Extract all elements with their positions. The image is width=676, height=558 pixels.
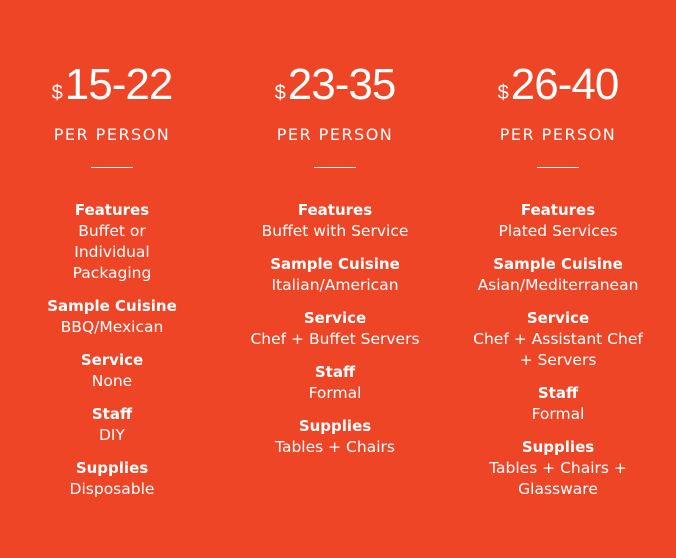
- features-label: Features: [297, 201, 373, 219]
- cuisine-value: BBQ/Mexican: [60, 318, 164, 336]
- cuisine-value: Asian/Mediterranean: [477, 276, 639, 294]
- service-value: Chef + Buffet Servers: [250, 330, 420, 348]
- staff-group: Staff Formal: [225, 362, 445, 404]
- price-range: 26-40: [510, 60, 620, 109]
- supplies-group: Supplies Tables + Chairs + Glassware: [448, 437, 668, 500]
- cuisine-group: Sample Cuisine Italian/American: [225, 254, 445, 296]
- supplies-value: Tables + Chairs + Glassware: [489, 459, 627, 498]
- service-label: Service: [303, 309, 367, 327]
- supplies-label: Supplies: [521, 438, 595, 456]
- supplies-value: Disposable: [69, 480, 155, 498]
- features-group: Features Buffet with Service: [225, 200, 445, 242]
- price: $26-40: [448, 62, 668, 108]
- feature-list: Features Plated Services Sample Cuisine …: [448, 200, 668, 500]
- feature-list: Features Buffet or Individual Packaging …: [2, 200, 222, 500]
- staff-label: Staff: [314, 363, 356, 381]
- price-unit: PER PERSON: [276, 125, 394, 144]
- divider: [91, 167, 133, 168]
- staff-label: Staff: [91, 405, 133, 423]
- feature-list: Features Buffet with Service Sample Cuis…: [225, 200, 445, 458]
- features-value: Plated Services: [498, 222, 618, 240]
- supplies-group: Supplies Tables + Chairs: [225, 416, 445, 458]
- pricing-tier-premium: $26-40 PER PERSON Features Plated Servic…: [448, 62, 668, 512]
- staff-label: Staff: [537, 384, 579, 402]
- features-value: Buffet or Individual Packaging: [72, 222, 152, 282]
- currency-symbol: $: [497, 82, 509, 104]
- supplies-group: Supplies Disposable: [2, 458, 222, 500]
- currency-symbol: $: [51, 82, 63, 104]
- staff-value: Formal: [308, 384, 362, 402]
- pricing-tier-basic: $15-22 PER PERSON Features Buffet or Ind…: [2, 62, 222, 512]
- price-range: 23-35: [287, 60, 397, 109]
- divider: [314, 167, 356, 168]
- supplies-label: Supplies: [75, 459, 149, 477]
- cuisine-label: Sample Cuisine: [47, 297, 177, 315]
- service-group: Service Chef + Buffet Servers: [225, 308, 445, 350]
- pricing-tiers: $15-22 PER PERSON Features Buffet or Ind…: [0, 0, 676, 558]
- pricing-tier-standard: $23-35 PER PERSON Features Buffet with S…: [225, 62, 445, 470]
- features-value: Buffet with Service: [261, 222, 409, 240]
- cuisine-label: Sample Cuisine: [493, 255, 623, 273]
- supplies-label: Supplies: [298, 417, 372, 435]
- service-label: Service: [526, 309, 590, 327]
- features-label: Features: [74, 201, 150, 219]
- service-value: Chef + Assistant Chef + Servers: [473, 330, 643, 369]
- staff-value: Formal: [531, 405, 585, 423]
- staff-group: Staff Formal: [448, 383, 668, 425]
- staff-group: Staff DIY: [2, 404, 222, 446]
- service-value: None: [91, 372, 133, 390]
- price: $23-35: [225, 62, 445, 108]
- divider: [537, 167, 579, 168]
- price-unit: PER PERSON: [53, 125, 171, 144]
- features-group: Features Plated Services: [448, 200, 668, 242]
- service-group: Service Chef + Assistant Chef + Servers: [448, 308, 668, 371]
- price-unit: PER PERSON: [499, 125, 617, 144]
- service-label: Service: [80, 351, 144, 369]
- currency-symbol: $: [274, 82, 286, 104]
- cuisine-label: Sample Cuisine: [270, 255, 400, 273]
- cuisine-group: Sample Cuisine Asian/Mediterranean: [448, 254, 668, 296]
- features-label: Features: [520, 201, 596, 219]
- cuisine-value: Italian/American: [271, 276, 399, 294]
- price-range: 15-22: [64, 60, 174, 109]
- service-group: Service None: [2, 350, 222, 392]
- staff-value: DIY: [99, 426, 125, 444]
- cuisine-group: Sample Cuisine BBQ/Mexican: [2, 296, 222, 338]
- supplies-value: Tables + Chairs: [275, 438, 395, 456]
- features-group: Features Buffet or Individual Packaging: [2, 200, 222, 284]
- price: $15-22: [2, 62, 222, 108]
